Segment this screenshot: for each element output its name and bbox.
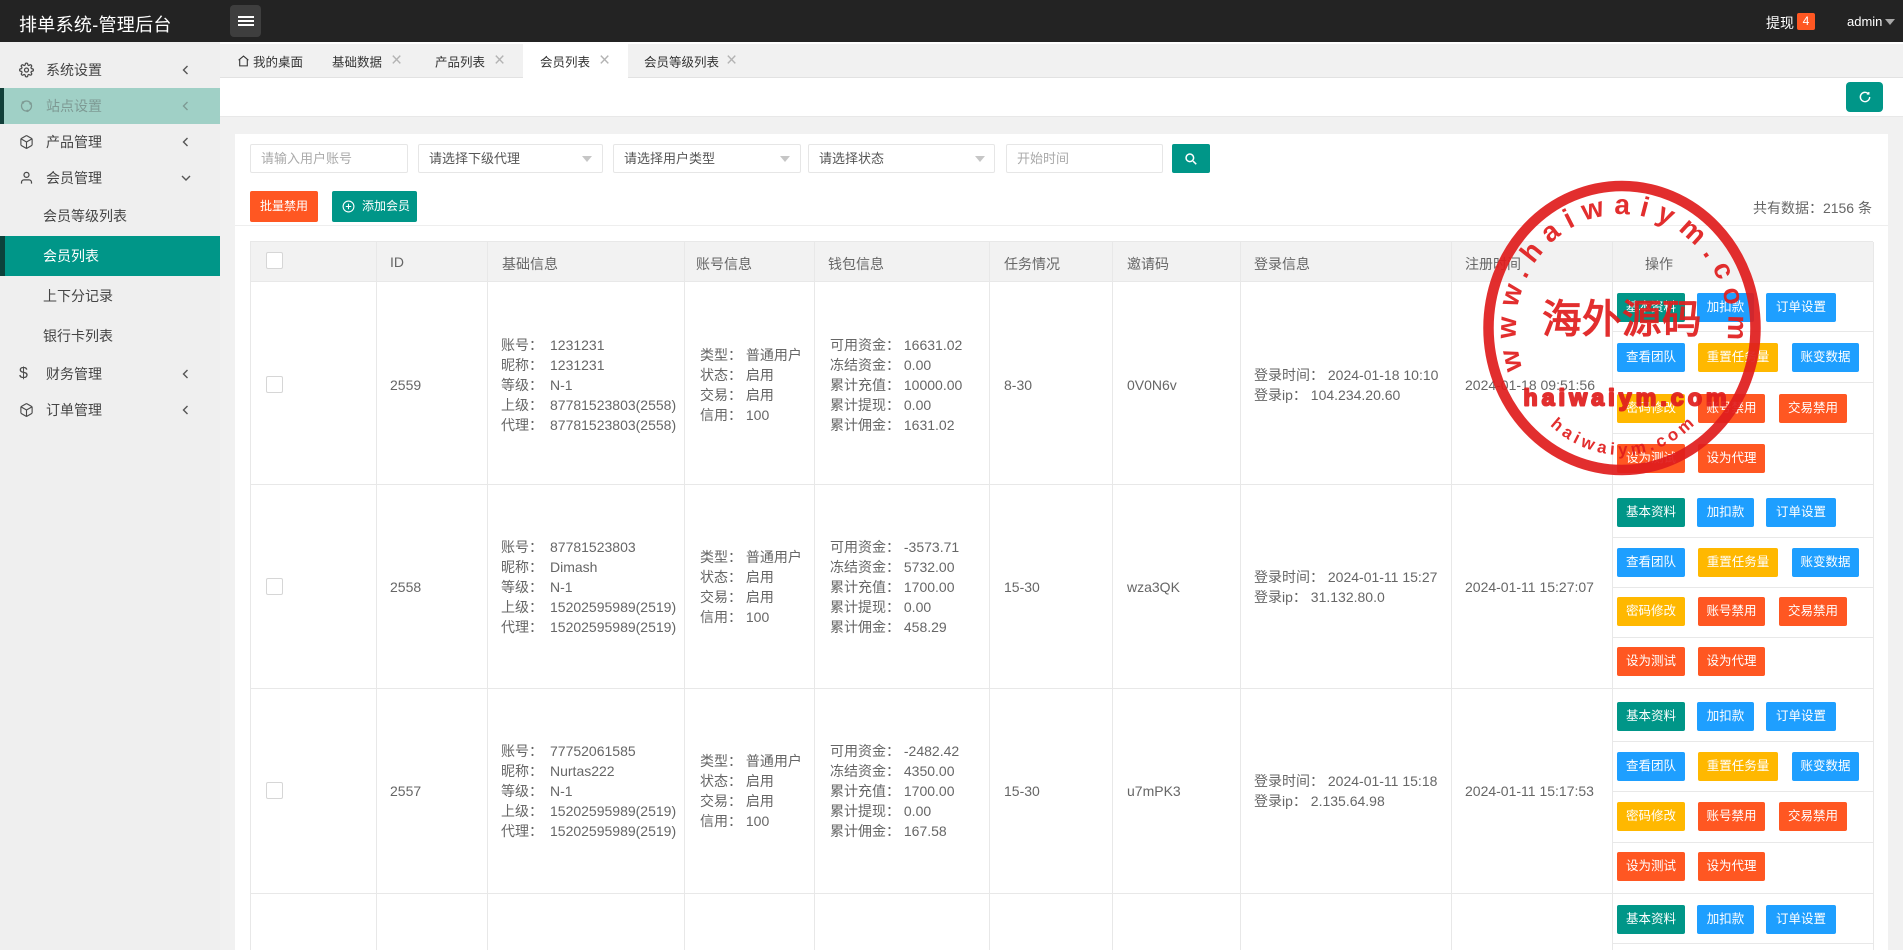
svg-text:www.haiwaiym.com: www.haiwaiym.com — [1490, 189, 1753, 376]
svg-text:海外源码: 海外源码 — [1542, 298, 1702, 342]
svg-text:haiwaiym.com: haiwaiym.com — [1524, 385, 1727, 411]
